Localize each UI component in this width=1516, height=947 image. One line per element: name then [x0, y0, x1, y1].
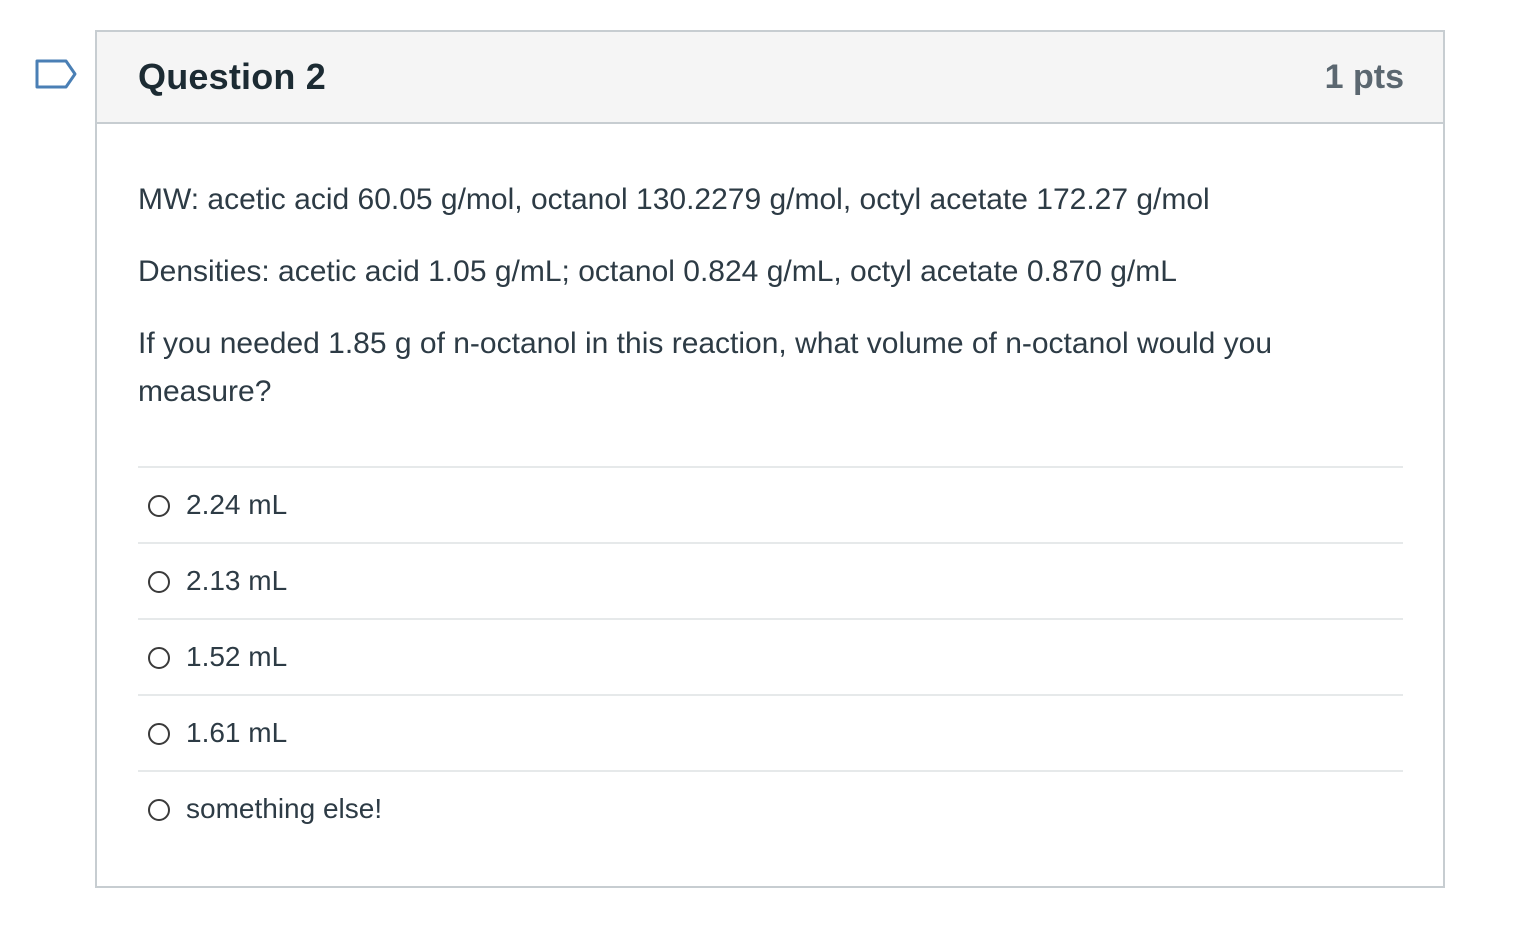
question-header: Question 2 1 pts [97, 32, 1443, 124]
answer-label[interactable]: something else! [186, 793, 382, 825]
question-title: Question 2 [138, 56, 327, 97]
answer-option[interactable]: 2.13 mL [138, 544, 1403, 620]
question-paragraph-prompt: If you needed 1.85 g of n-octanol in thi… [138, 327, 1273, 408]
answer-option[interactable]: 1.61 mL [138, 696, 1403, 772]
question-card: Question 2 1 pts MW: acetic acid 60.05 g… [95, 30, 1445, 888]
radio-button[interactable] [148, 799, 170, 821]
question-text: MW: acetic acid 60.05 g/mol, octanol 130… [138, 176, 1403, 416]
answer-label[interactable]: 1.61 mL [186, 717, 287, 749]
question-paragraph-mw: MW: acetic acid 60.05 g/mol, octanol 130… [138, 183, 1210, 216]
question-body: MW: acetic acid 60.05 g/mol, octanol 130… [97, 124, 1443, 846]
answer-option[interactable]: 2.24 mL [138, 468, 1403, 544]
question-points: 1 pts [1324, 57, 1404, 96]
answer-option[interactable]: 1.52 mL [138, 620, 1403, 696]
question-paragraph-densities: Densities: acetic acid 1.05 g/mL; octano… [138, 255, 1177, 288]
answer-label[interactable]: 2.24 mL [186, 489, 287, 521]
flag-outline-icon [35, 59, 77, 89]
answer-list: 2.24 mL 2.13 mL 1.52 mL 1.61 mL somethin… [138, 466, 1403, 846]
answer-option[interactable]: something else! [138, 772, 1403, 846]
radio-button[interactable] [148, 571, 170, 593]
answer-label[interactable]: 2.13 mL [186, 565, 287, 597]
radio-button[interactable] [148, 647, 170, 669]
radio-button[interactable] [148, 723, 170, 745]
flag-question-button[interactable] [35, 59, 77, 89]
radio-button[interactable] [148, 495, 170, 517]
answer-label[interactable]: 1.52 mL [186, 641, 287, 673]
